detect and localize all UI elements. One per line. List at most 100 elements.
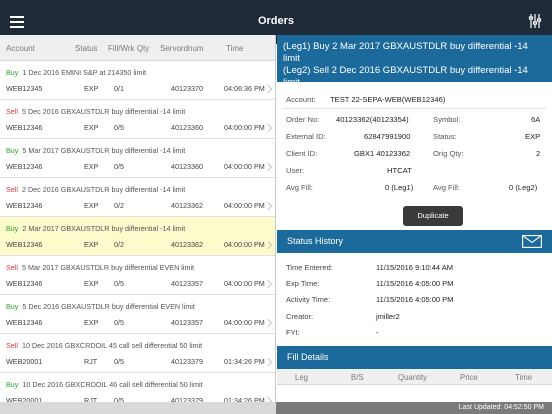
external-id-label: External ID:	[286, 132, 326, 141]
order-ordnum: 40123370	[171, 84, 203, 93]
account-label: Account:	[286, 95, 316, 104]
order-desc-text: 1 Dec 2016 EMINI S&P at 214350 limit	[22, 68, 147, 77]
order-qty: 0/5	[114, 279, 124, 288]
order-side: Sell	[6, 185, 18, 194]
activity-time-value: 11/15/2016 4:05:00 PM	[376, 295, 454, 304]
order-row[interactable]: Sell 5 Mar 2017 GBXAUSTDLR buy differenti…	[0, 256, 275, 295]
order-qty: 0/5	[114, 357, 124, 366]
order-ordnum: 40123360	[171, 162, 203, 171]
order-row[interactable]: Sell 2 Dec 2016 GBXAUSTDLR buy differenti…	[0, 178, 275, 217]
order-row[interactable]: Buy 5 Mar 2017 GBXAUSTDLR buy differentia…	[0, 139, 275, 178]
avg-fill-leg2-label: Avg Fill:	[433, 183, 460, 192]
orig-qty-value: 2	[536, 149, 541, 158]
order-description: Sell 5 Dec 2016 GBXAUSTDLR buy differenti…	[6, 107, 185, 116]
footer-bar: Last Updated: 04:52:50 PM	[0, 402, 552, 414]
fill-col-quantity: Quantity	[398, 373, 428, 382]
avg-fill-leg1-label: Avg Fill:	[286, 183, 313, 192]
mail-icon[interactable]	[522, 235, 542, 248]
order-status: EXP	[84, 84, 99, 93]
chevron-right-icon	[263, 123, 273, 133]
divider	[283, 108, 546, 109]
header-status[interactable]: Status	[75, 44, 98, 53]
order-row[interactable]: Buy 5 Dec 2016 GBXAUSTDLR buy differentia…	[0, 295, 275, 334]
order-no-label: Order No:	[286, 115, 320, 124]
chevron-right-icon	[263, 240, 273, 250]
order-description: Buy 10 Dec 2016 GBXCRDOIL 46 call sell di…	[6, 380, 203, 389]
order-desc-text: 5 Dec 2016 GBXAUSTDLR buy differential -…	[22, 107, 186, 116]
header-account[interactable]: Account	[6, 44, 35, 53]
order-status: EXP	[84, 240, 99, 249]
order-account: WEB12346	[6, 162, 43, 171]
creator-label: Creator:	[286, 312, 314, 321]
order-desc-text: 10 Dec 2016 GBXCRDOIL 46 call sell diffe…	[22, 380, 203, 389]
exp-time-value: 11/15/2016 4:05:00 PM	[376, 279, 454, 288]
fill-col-price: Price	[460, 373, 478, 382]
order-desc-text: 2 Mar 2017 GBXAUSTDLR buy differential -…	[22, 224, 186, 233]
order-qty: 0/2	[114, 240, 124, 249]
fyi-label: FYI:	[286, 328, 300, 337]
last-updated-text: Last Updated: 04:52:50 PM	[276, 402, 552, 414]
header-servordnum[interactable]: Servordnum	[160, 44, 204, 53]
order-row[interactable]: Sell 10 Dec 2016 GBXCRDOIL 45 call sell d…	[0, 334, 275, 373]
order-status: EXP	[84, 318, 99, 327]
order-ordnum: 40123362	[171, 240, 203, 249]
orders-list-header: Account Status Fill/Wrk Qty Servordnum T…	[0, 35, 275, 61]
activity-time-label: Activity Time:	[286, 295, 331, 304]
order-account: WEB12346	[6, 318, 43, 327]
order-side: Buy	[6, 68, 19, 77]
header-time[interactable]: Time	[226, 44, 243, 53]
order-time: 04:06:36 PM	[224, 84, 265, 93]
order-description: Sell 5 Mar 2017 GBXAUSTDLR buy differenti…	[6, 263, 194, 272]
order-row[interactable]: Buy 2 Mar 2017 GBXAUSTDLR buy differentia…	[0, 217, 275, 256]
order-qty: 0/1	[114, 84, 124, 93]
exp-time-label: Exp Time:	[286, 279, 320, 288]
sliders-icon[interactable]	[528, 13, 542, 29]
header-fill-wrk-qty[interactable]: Fill/Wrk Qty	[108, 44, 149, 53]
status-value: EXP	[525, 132, 541, 141]
order-time: 04:00:00 PM	[224, 162, 265, 171]
chevron-right-icon	[263, 357, 273, 367]
orig-qty-label: Orig Qty:	[433, 149, 464, 158]
order-row[interactable]: Buy 1 Dec 2016 EMINI S&P at 214350 limit W…	[0, 61, 275, 100]
order-side: Sell	[6, 263, 18, 272]
orders-list-pane: Account Status Fill/Wrk Qty Servordnum T…	[0, 35, 276, 402]
order-account: WEB12346	[6, 123, 43, 132]
account-value: TEST 22-SEPA-WEB(WEB12346)	[330, 95, 446, 104]
order-title-banner: (Leg1) Buy 2 Mar 2017 GBXAUSTDLR buy dif…	[277, 35, 552, 88]
order-account: WEB12345	[6, 84, 43, 93]
order-side: Sell	[6, 341, 18, 350]
order-desc-text: 10 Dec 2016 GBXCRDOIL 45 call sell diffe…	[22, 341, 203, 350]
order-row[interactable]: Buy 10 Dec 2016 GBXCRDOIL 46 call sell di…	[0, 373, 275, 402]
order-time: 01:34:26 PM	[224, 357, 265, 366]
order-qty: 0/2	[114, 201, 124, 210]
order-side: Buy	[6, 224, 19, 233]
order-account: WEB20001	[6, 357, 43, 366]
order-detail-pane: (Leg1) Buy 2 Mar 2017 GBXAUSTDLR buy dif…	[277, 35, 552, 402]
order-ordnum: 40123357	[171, 279, 203, 288]
order-description: Buy 1 Dec 2016 EMINI S&P at 214350 limit	[6, 68, 146, 77]
order-no-value: 40123362(40123354)	[336, 115, 409, 124]
order-side: Buy	[6, 302, 19, 311]
order-description: Buy 5 Mar 2017 GBXAUSTDLR buy differentia…	[6, 146, 185, 155]
order-time: 04:00:00 PM	[224, 201, 265, 210]
order-desc-text: 5 Mar 2017 GBXAUSTDLR buy differential E…	[22, 263, 195, 272]
avg-fill-leg2-value: 0 (Leg2)	[509, 183, 538, 192]
time-entered-value: 11/15/2016 9:10:44 AM	[376, 263, 454, 272]
duplicate-button[interactable]: Duplicate	[403, 206, 463, 226]
status-label: Status:	[433, 132, 457, 141]
order-row[interactable]: Sell 5 Dec 2016 GBXAUSTDLR buy differenti…	[0, 100, 275, 139]
fyi-value: -	[376, 328, 379, 337]
order-time: 04:00:00 PM	[224, 279, 265, 288]
status-history-header: Status History	[277, 230, 552, 253]
order-qty: 0/5	[114, 123, 124, 132]
order-ordnum: 40123379	[171, 357, 203, 366]
order-description: Buy 2 Mar 2017 GBXAUSTDLR buy differentia…	[6, 224, 185, 233]
creator-value: jmiller2	[376, 312, 400, 321]
order-account: WEB12346	[6, 240, 43, 249]
time-entered-label: Time Entered:	[286, 263, 333, 272]
chevron-right-icon	[263, 84, 273, 94]
fill-col-leg: Leg	[295, 373, 309, 382]
external-id-value: 62847991900	[364, 132, 411, 141]
order-side: Sell	[6, 107, 18, 116]
chevron-right-icon	[263, 162, 273, 172]
